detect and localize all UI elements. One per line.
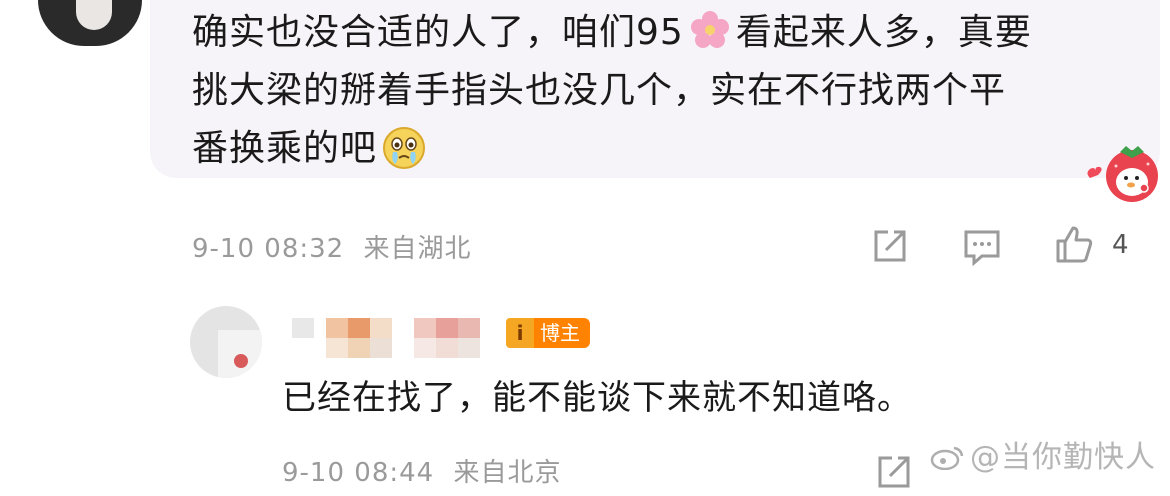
strawberry-sticker-icon bbox=[1082, 138, 1160, 204]
reply-text: 已经在找了，能不能谈下来就不知道咯。 bbox=[282, 378, 912, 418]
reply-share-icon[interactable] bbox=[874, 452, 914, 492]
comment-line-3-text: 番换乘的吧 bbox=[192, 128, 378, 169]
reply-avatar[interactable] bbox=[190, 306, 262, 378]
comment-meta: 9-10 08:32 来自湖北 bbox=[192, 228, 471, 265]
watermark-text: @当你勤快人 bbox=[970, 440, 1156, 475]
avatar-dot bbox=[234, 354, 248, 368]
reply-meta: 9-10 08:44 来自北京 bbox=[282, 452, 561, 489]
weibo-logo-icon bbox=[930, 443, 964, 471]
commenter-avatar[interactable] bbox=[38, 0, 142, 46]
verified-mark-icon: i bbox=[506, 318, 534, 348]
cherry-blossom-icon bbox=[690, 10, 730, 50]
comment-line-1-end: 看起来人多，真要 bbox=[735, 12, 1032, 53]
crying-face-icon bbox=[381, 124, 427, 170]
comment-line-1: 确实也没合适的人了，咱们95 看起来人多，真要 bbox=[192, 4, 1132, 62]
comment-line-3: 番换乘的吧 bbox=[192, 120, 1132, 178]
avatar-face bbox=[76, 0, 112, 30]
blurred-username[interactable] bbox=[292, 318, 490, 358]
watermark: @当你勤快人 bbox=[930, 432, 1156, 476]
share-icon[interactable] bbox=[870, 226, 910, 266]
blogger-badge-label: 博主 bbox=[534, 318, 590, 348]
comment-timestamp: 9-10 08:32 bbox=[192, 234, 345, 264]
like-icon[interactable] bbox=[1054, 224, 1094, 264]
comment-line-2: 挑大梁的掰着手指头也没几个，实在不行找两个平 bbox=[192, 70, 1007, 111]
blogger-badge: i 博主 bbox=[506, 318, 590, 348]
reply-timestamp: 9-10 08:44 bbox=[282, 458, 435, 488]
reply-location: 来自北京 bbox=[453, 458, 562, 488]
comment-location: 来自湖北 bbox=[363, 234, 472, 264]
like-count: 4 bbox=[1112, 230, 1129, 260]
comment-icon[interactable] bbox=[962, 226, 1002, 267]
comment-text: 确实也没合适的人了，咱们95 看起来人多，真要 挑大梁的掰着手指头也没几个，实在… bbox=[192, 4, 1132, 178]
comment-line-1-start: 确实也没合适的人了，咱们95 bbox=[192, 12, 684, 53]
